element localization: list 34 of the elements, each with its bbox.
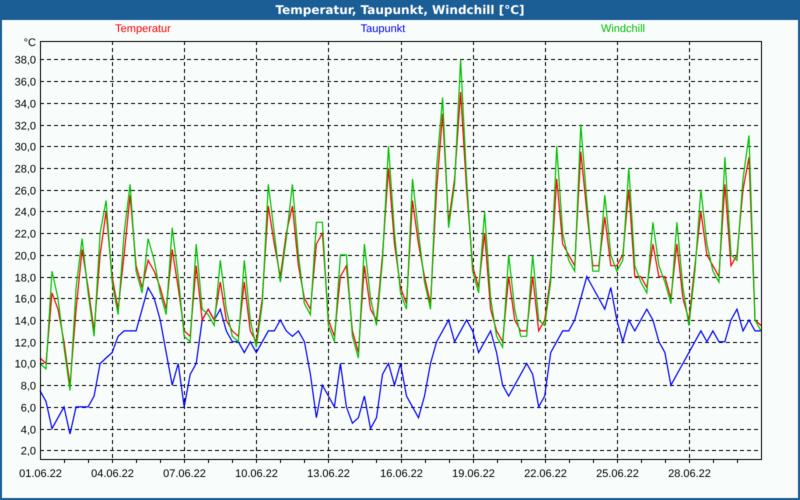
- y-axis-unit: °C: [24, 38, 36, 49]
- y-tick-label: 6,0: [20, 402, 36, 414]
- x-tick-label: 10.06.22: [235, 468, 278, 480]
- y-tick-label: 12,0: [14, 338, 36, 350]
- y-tick-label: 32,0: [14, 120, 36, 132]
- y-tick-label: 22,0: [14, 228, 36, 240]
- x-tick-label: 28.06.22: [668, 468, 711, 480]
- y-tick-label: 8,0: [20, 380, 36, 392]
- y-tick-label: 20,0: [14, 250, 36, 262]
- x-tick-label: 25.06.22: [596, 468, 639, 480]
- x-tick-label: 19.06.22: [452, 468, 495, 480]
- y-tick-label: 34,0: [14, 98, 36, 110]
- y-tick-label: 4,0: [20, 424, 36, 436]
- x-tick-label: 04.06.22: [91, 468, 134, 480]
- x-tick-label: 13.06.22: [307, 468, 350, 480]
- x-tick-label: 22.06.22: [524, 468, 567, 480]
- legend-label: Taupunkt: [360, 23, 406, 35]
- legend-label: Windchill: [600, 23, 645, 35]
- y-tick-label: 18,0: [14, 272, 36, 284]
- x-tick-label: 01.06.22: [19, 468, 62, 480]
- y-tick-label: 38,0: [14, 54, 36, 66]
- x-tick-label: 07.06.22: [163, 468, 206, 480]
- y-tick-label: 14,0: [14, 316, 36, 328]
- y-tick-label: 16,0: [14, 294, 36, 306]
- y-tick-label: 26,0: [14, 186, 36, 198]
- x-tick-label: 16.06.22: [380, 468, 423, 480]
- y-tick-label: 30,0: [14, 142, 36, 154]
- y-tick-label: 10,0: [14, 358, 36, 370]
- window-title: Temperatur, Taupunkt, Windchill [°C]: [0, 0, 800, 20]
- y-tick-label: 36,0: [14, 76, 36, 88]
- y-tick-label: 2,0: [20, 446, 36, 458]
- y-tick-label: 24,0: [14, 206, 36, 218]
- legend-label: Temperatur: [115, 23, 171, 35]
- y-tick-label: 28,0: [14, 164, 36, 176]
